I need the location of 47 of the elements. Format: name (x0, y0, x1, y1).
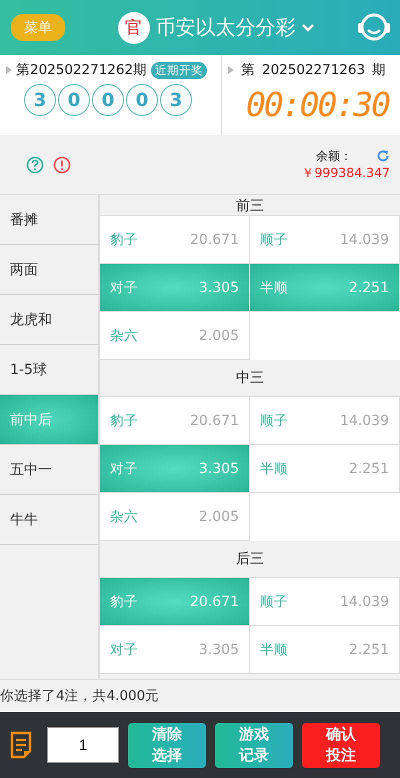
bet-option[interactable]: 杂六 2.005 (100, 493, 250, 541)
alert-icon[interactable] (53, 156, 71, 174)
official-badge: 官 (118, 12, 150, 44)
headset-icon[interactable] (356, 12, 392, 44)
bet-option[interactable]: 对子 3.305 (100, 445, 250, 493)
bet-option[interactable]: 半顺 2.251 (250, 264, 400, 312)
chevron-down-icon[interactable] (302, 24, 314, 32)
game-title-dropdown[interactable]: 币安以太分分彩 (156, 14, 296, 41)
category-tab[interactable]: 前中后 (0, 395, 98, 445)
balance-label: 余额： (316, 148, 352, 164)
action-button[interactable]: 游戏记录 (215, 722, 293, 768)
group-title: 前三 (236, 197, 264, 215)
last-period-number: 第202502271262期 (16, 61, 148, 79)
balance-amount: ￥999384.347 (301, 164, 390, 182)
group-title: 中三 (236, 369, 264, 387)
result-ball: 0 (58, 84, 90, 116)
bet-option[interactable]: 豹子 20.671 (100, 578, 250, 626)
bet-option[interactable]: 豹子 20.671 (100, 216, 250, 264)
result-ball: 0 (126, 84, 158, 116)
bet-option[interactable]: 顺子 14.039 (250, 397, 400, 445)
result-ball: 3 (160, 84, 192, 116)
period-suffix: 期 (372, 61, 386, 79)
recent-draws-tag[interactable]: 近期开奖 (151, 62, 208, 78)
group-title: 后三 (236, 550, 264, 568)
refresh-icon[interactable] (376, 149, 390, 163)
help-icon[interactable] (26, 156, 44, 174)
countdown-timer: 00:00:30 (246, 85, 390, 124)
period-prefix: 第 (241, 61, 255, 79)
bet-option[interactable]: 杂六 2.005 (100, 312, 250, 360)
bet-option[interactable]: 对子 3.305 (100, 626, 250, 674)
bet-option[interactable]: 豹子 20.671 (100, 397, 250, 445)
bet-option[interactable]: 半顺 2.251 (250, 445, 400, 493)
note-icon[interactable] (10, 731, 32, 759)
menu-button[interactable]: 菜单 (11, 14, 65, 41)
result-ball: 0 (92, 84, 124, 116)
next-period-number: 202502271263 (262, 62, 366, 78)
bet-option[interactable]: 对子 3.305 (100, 264, 250, 312)
triangle-icon (228, 66, 234, 74)
bet-option[interactable]: 顺子 14.039 (250, 216, 400, 264)
bet-option[interactable]: 半顺 2.251 (250, 626, 400, 674)
multiplier-field[interactable]: 1 (47, 727, 119, 763)
action-button[interactable]: 确认投注 (302, 722, 380, 768)
action-button[interactable]: 清除选择 (128, 722, 206, 768)
bet-option[interactable]: 顺子 14.039 (250, 578, 400, 626)
result-ball: 3 (24, 84, 56, 116)
selection-summary: 你选择了4注，共4.000元 (0, 687, 160, 705)
triangle-icon (6, 66, 12, 74)
